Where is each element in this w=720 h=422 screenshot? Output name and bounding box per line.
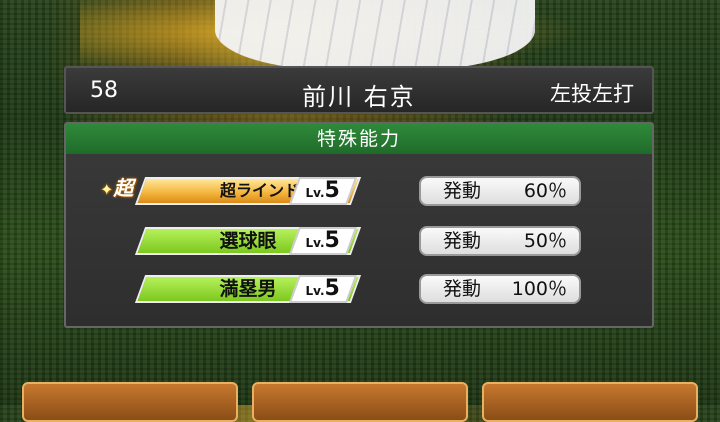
sparkle-icon: ✦ — [100, 180, 114, 199]
activation-box: 発動 50％ — [419, 226, 581, 256]
ability-row[interactable]: 選球眼 Lv.5 発動 50％ — [66, 224, 652, 258]
player-image — [215, 0, 535, 70]
activation-box: 発動 60％ — [419, 176, 581, 206]
activation-label: 発動 — [443, 180, 482, 202]
activation-label: 発動 — [443, 230, 482, 252]
activation-label: 発動 — [443, 278, 482, 300]
level-value: 5 — [324, 178, 340, 203]
level-prefix: Lv. — [305, 284, 325, 298]
level-prefix: Lv. — [305, 236, 325, 250]
handedness: 左投左打 — [550, 82, 634, 106]
level-box: Lv.5 — [288, 275, 358, 303]
level-box: Lv.5 — [288, 177, 358, 205]
level-box: Lv.5 — [288, 227, 358, 255]
ability-row[interactable]: 満塁男 Lv.5 発動 100％ — [66, 272, 652, 306]
bottom-button-center[interactable] — [252, 382, 468, 422]
level-value: 5 — [324, 228, 340, 253]
level-prefix: Lv. — [305, 186, 325, 200]
player-header: 58 前川 右京 左投左打 — [64, 66, 654, 114]
bottom-button-left[interactable] — [22, 382, 238, 422]
activation-rate: 100％ — [511, 278, 567, 300]
activation-rate: 50％ — [523, 230, 567, 252]
panel-title: 特殊能力 — [66, 124, 652, 154]
special-abilities-panel: 特殊能力 超ラインドライブ ✦超 Lv.5 発動 60％ 選球眼 Lv.5 発動… — [64, 122, 654, 328]
ability-row[interactable]: 超ラインドライブ ✦超 Lv.5 発動 60％ — [66, 174, 652, 208]
activation-box: 発動 100％ — [419, 274, 581, 304]
bottom-button-right[interactable] — [482, 382, 698, 422]
super-badge: ✦超 — [100, 172, 144, 206]
activation-rate: 60％ — [523, 180, 567, 202]
super-badge-label: 超 — [113, 176, 134, 200]
level-value: 5 — [324, 276, 340, 301]
